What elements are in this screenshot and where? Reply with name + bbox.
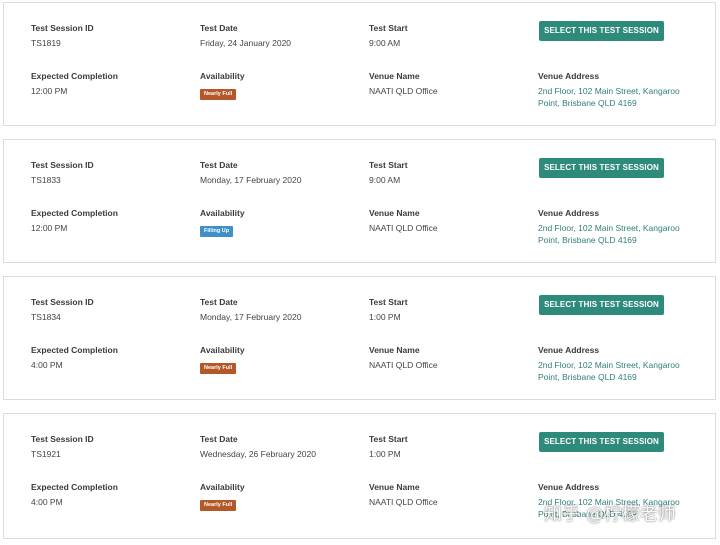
availability-label: Availability: [200, 71, 245, 81]
completion-field: Expected Completion 4:00 PM: [31, 344, 196, 371]
session-id-value: TS1921: [31, 449, 61, 459]
availability-field: Availability Nearly Full: [200, 70, 365, 100]
session-card: Test Session ID TS1833 Test Date Monday,…: [3, 139, 716, 263]
test-start-value: 1:00 PM: [369, 312, 401, 322]
test-date-label: Test Date: [200, 160, 238, 170]
availability-badge: Nearly Full: [200, 363, 237, 374]
session-id-value: TS1833: [31, 175, 61, 185]
availability-field: Availability Nearly Full: [200, 481, 365, 511]
completion-label: Expected Completion: [31, 208, 118, 218]
availability-badge: Filling Up: [200, 226, 234, 237]
venue-name-value: NAATI QLD Office: [369, 497, 438, 507]
test-date-value: Monday, 17 February 2020: [200, 175, 302, 185]
test-start-value: 9:00 AM: [369, 38, 401, 48]
test-date-field: Test Date Friday, 24 January 2020: [200, 22, 365, 49]
completion-field: Expected Completion 12:00 PM: [31, 70, 196, 97]
test-date-field: Test Date Monday, 17 February 2020: [200, 159, 365, 186]
venue-address-label: Venue Address: [538, 71, 600, 81]
availability-field: Availability Nearly Full: [200, 344, 365, 374]
test-start-label: Test Start: [369, 23, 408, 33]
session-id-field: Test Session ID TS1833: [31, 159, 196, 186]
test-date-label: Test Date: [200, 23, 238, 33]
venue-name-value: NAATI QLD Office: [369, 223, 438, 233]
session-id-label: Test Session ID: [31, 297, 94, 307]
venue-address-field: Venue Address 2nd Floor, 102 Main Street…: [538, 207, 703, 246]
test-date-label: Test Date: [200, 297, 238, 307]
availability-field: Availability Filling Up: [200, 207, 365, 237]
venue-name-field: Venue Name NAATI QLD Office: [369, 344, 534, 371]
select-session-button[interactable]: SELECT THIS TEST SESSION: [539, 295, 664, 315]
venue-name-label: Venue Name: [369, 208, 420, 218]
test-date-label: Test Date: [200, 434, 238, 444]
session-id-label: Test Session ID: [31, 160, 94, 170]
session-id-field: Test Session ID TS1819: [31, 22, 196, 49]
venue-name-label: Venue Name: [369, 71, 420, 81]
test-date-field: Test Date Monday, 17 February 2020: [200, 296, 365, 323]
completion-label: Expected Completion: [31, 345, 118, 355]
venue-name-field: Venue Name NAATI QLD Office: [369, 70, 534, 97]
venue-address-label: Venue Address: [538, 208, 600, 218]
select-session-button[interactable]: SELECT THIS TEST SESSION: [539, 21, 664, 41]
watermark-text: 知乎 @柠檬老师: [544, 504, 676, 525]
session-card: Test Session ID TS1819 Test Date Friday,…: [3, 2, 716, 126]
test-start-field: Test Start 1:00 PM: [369, 296, 534, 323]
venue-address-link[interactable]: 2nd Floor, 102 Main Street, Kangaroo Poi…: [538, 222, 688, 246]
test-date-value: Monday, 17 February 2020: [200, 312, 302, 322]
venue-name-label: Venue Name: [369, 482, 420, 492]
session-id-label: Test Session ID: [31, 23, 94, 33]
availability-label: Availability: [200, 208, 245, 218]
venue-address-label: Venue Address: [538, 345, 600, 355]
test-start-label: Test Start: [369, 434, 408, 444]
session-card: Test Session ID TS1834 Test Date Monday,…: [3, 276, 716, 400]
availability-badge: Nearly Full: [200, 89, 237, 100]
venue-address-label: Venue Address: [538, 482, 600, 492]
completion-value: 12:00 PM: [31, 86, 68, 96]
completion-label: Expected Completion: [31, 71, 118, 81]
venue-name-label: Venue Name: [369, 345, 420, 355]
test-start-field: Test Start 9:00 AM: [369, 22, 534, 49]
venue-address-field: Venue Address 2nd Floor, 102 Main Street…: [538, 344, 703, 383]
venue-address-link[interactable]: 2nd Floor, 102 Main Street, Kangaroo Poi…: [538, 359, 688, 383]
availability-badge: Nearly Full: [200, 500, 237, 511]
completion-label: Expected Completion: [31, 482, 118, 492]
venue-name-field: Venue Name NAATI QLD Office: [369, 207, 534, 234]
completion-field: Expected Completion 4:00 PM: [31, 481, 196, 508]
venue-address-field: Venue Address 2nd Floor, 102 Main Street…: [538, 70, 703, 109]
test-start-field: Test Start 1:00 PM: [369, 433, 534, 460]
session-id-label: Test Session ID: [31, 434, 94, 444]
session-id-value: TS1834: [31, 312, 61, 322]
completion-value: 4:00 PM: [31, 360, 63, 370]
venue-name-value: NAATI QLD Office: [369, 360, 438, 370]
venue-name-value: NAATI QLD Office: [369, 86, 438, 96]
availability-label: Availability: [200, 345, 245, 355]
select-session-button[interactable]: SELECT THIS TEST SESSION: [539, 158, 664, 178]
completion-value: 4:00 PM: [31, 497, 63, 507]
test-start-value: 1:00 PM: [369, 449, 401, 459]
session-id-value: TS1819: [31, 38, 61, 48]
session-id-field: Test Session ID TS1921: [31, 433, 196, 460]
availability-label: Availability: [200, 482, 245, 492]
test-start-label: Test Start: [369, 160, 408, 170]
venue-name-field: Venue Name NAATI QLD Office: [369, 481, 534, 508]
test-date-value: Friday, 24 January 2020: [200, 38, 292, 48]
session-list: Test Session ID TS1819 Test Date Friday,…: [0, 0, 720, 545]
completion-field: Expected Completion 12:00 PM: [31, 207, 196, 234]
session-id-field: Test Session ID TS1834: [31, 296, 196, 323]
test-date-value: Wednesday, 26 February 2020: [200, 449, 316, 459]
test-start-label: Test Start: [369, 297, 408, 307]
completion-value: 12:00 PM: [31, 223, 68, 233]
test-date-field: Test Date Wednesday, 26 February 2020: [200, 433, 365, 460]
test-start-value: 9:00 AM: [369, 175, 401, 185]
venue-address-link[interactable]: 2nd Floor, 102 Main Street, Kangaroo Poi…: [538, 85, 688, 109]
select-session-button[interactable]: SELECT THIS TEST SESSION: [539, 432, 664, 452]
test-start-field: Test Start 9:00 AM: [369, 159, 534, 186]
